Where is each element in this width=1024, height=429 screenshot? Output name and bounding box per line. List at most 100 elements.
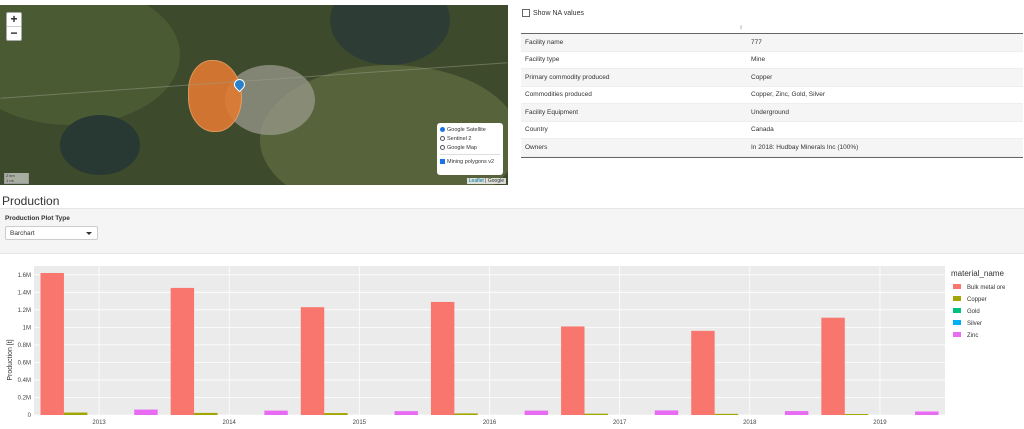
layer-google-satellite[interactable]: Google Satellite — [440, 125, 500, 134]
legend-entry[interactable]: Zinc — [967, 333, 978, 339]
table-row: Primary commodity produced Copper — [521, 69, 1023, 87]
zoom-control: + − — [6, 12, 22, 41]
scale-mi: 1 mi — [6, 178, 14, 183]
legend-entry[interactable]: Bulk metal ore — [967, 285, 1006, 291]
overlay-label: Mining polygons v2 — [447, 158, 495, 165]
table-row: Facility type Mine — [521, 52, 1023, 69]
production-heading: Production — [2, 194, 60, 208]
chevron-down-icon[interactable] — [86, 232, 92, 235]
table-row: Commodities produced Copper, Zinc, Gold, … — [521, 87, 1023, 104]
bar[interactable] — [170, 287, 195, 415]
layer-label: Sentinel 2 — [447, 135, 472, 142]
y-tick-label: 0.2M — [18, 395, 31, 401]
sort-icon[interactable]: ⇕ — [739, 25, 743, 31]
plot-type-select[interactable]: Barchart — [5, 226, 98, 240]
row-value: Canada — [751, 126, 774, 134]
y-tick-label: 0.4M — [18, 378, 31, 384]
mining-polygon[interactable] — [188, 60, 242, 132]
row-key: Facility name — [525, 38, 564, 46]
bar[interactable] — [691, 330, 715, 415]
bar[interactable] — [654, 410, 679, 415]
x-tick-label: 2018 — [743, 420, 757, 426]
bar[interactable] — [300, 307, 325, 415]
y-tick-label: 0 — [28, 413, 32, 419]
zoom-in-button[interactable]: + — [7, 13, 21, 26]
layer-divider — [440, 154, 500, 155]
bar[interactable] — [561, 326, 585, 415]
bar[interactable] — [264, 410, 288, 415]
checkbox-icon[interactable] — [522, 9, 530, 17]
facility-table: Facility name 777 Facility type Mine Prima… — [521, 33, 1023, 158]
bar[interactable] — [430, 301, 455, 415]
show-na-label: Show NA values — [533, 9, 584, 17]
show-na-toggle[interactable]: Show NA values — [522, 9, 584, 17]
radio-icon[interactable] — [440, 145, 445, 150]
y-tick-label: 1.4M — [18, 290, 31, 296]
x-tick-label: 2014 — [223, 420, 237, 426]
x-axis: 2013 2014 2015 2016 2017 2018 2019 — [92, 420, 887, 426]
row-value: 777 — [751, 38, 762, 46]
bar[interactable] — [821, 317, 845, 415]
legend-swatch — [953, 332, 961, 337]
plot-type-panel: Production Plot Type Barchart — [0, 208, 1024, 254]
zoom-out-button[interactable]: − — [7, 26, 21, 40]
y-tick-label: 0.8M — [18, 343, 31, 349]
table-row: Facility name 777 — [521, 34, 1023, 52]
row-value: Underground — [751, 108, 789, 116]
layer-sentinel-2[interactable]: Sentinel 2 — [440, 134, 500, 143]
radio-selected-icon[interactable] — [440, 127, 445, 132]
bar[interactable] — [714, 413, 739, 415]
bar[interactable] — [454, 413, 478, 415]
row-key: Country — [525, 126, 548, 134]
bar[interactable] — [784, 411, 809, 415]
row-key: Owners — [525, 143, 548, 151]
legend-swatch — [953, 320, 961, 325]
legend: Bulk metal ore Copper Gold Silver Zinc — [953, 284, 1006, 339]
bar[interactable] — [915, 411, 939, 415]
checkbox-checked-icon[interactable] — [440, 159, 445, 164]
plot-type-value: Barchart — [10, 230, 35, 237]
bar[interactable] — [584, 413, 608, 415]
x-tick-label: 2017 — [613, 420, 627, 426]
table-row: Facility Equipment Underground — [521, 104, 1023, 122]
x-tick-label: 2015 — [353, 420, 367, 426]
production-chart: 0 0.2M 0.4M 0.6M 0.8M 1M 1.2M 1.4M 1.6M 2013 2014… — [7, 266, 1006, 426]
bar[interactable] — [194, 412, 218, 415]
map-view[interactable]: + − 2 km 1 mi Google Satellite Sentinel … — [0, 5, 508, 185]
bar[interactable] — [63, 412, 88, 415]
bar[interactable] — [134, 409, 158, 415]
overlay-mining-polygons[interactable]: Mining polygons v2 — [440, 157, 500, 166]
bar[interactable] — [524, 410, 549, 415]
x-tick-label: 2013 — [92, 420, 106, 426]
row-key: Facility type — [525, 56, 560, 64]
y-tick-label: 1.2M — [18, 308, 31, 314]
bar[interactable] — [394, 411, 418, 415]
legend-swatch — [953, 284, 961, 289]
radio-icon[interactable] — [440, 136, 445, 141]
row-value: Copper, Zinc, Gold, Silver — [751, 91, 826, 99]
row-key: Primary commodity produced — [525, 73, 610, 81]
y-tick-label: 0.6M — [18, 360, 31, 366]
legend-title: material_name — [951, 269, 1004, 278]
leaflet-link[interactable]: Leaflet — [469, 178, 484, 184]
row-value: Mine — [751, 56, 766, 64]
y-axis-label: Production [t] — [7, 339, 14, 380]
bar[interactable] — [844, 414, 869, 415]
plot-type-label: Production Plot Type — [5, 215, 70, 222]
legend-entry[interactable]: Gold — [967, 309, 980, 315]
layer-control: Google Satellite Sentinel 2 Google Map M… — [437, 123, 503, 175]
row-key: Commodities produced — [525, 91, 592, 99]
map-scale: 2 km 1 mi — [4, 173, 29, 184]
map-attribution: Leaflet | Google — [466, 178, 506, 184]
y-tick-label: 1M — [23, 325, 31, 331]
legend-entry[interactable]: Copper — [967, 297, 987, 303]
y-axis: 0 0.2M 0.4M 0.6M 0.8M 1M 1.2M 1.4M 1.6M — [18, 273, 32, 419]
legend-entry[interactable]: Silver — [967, 321, 982, 327]
layer-label: Google Satellite — [447, 126, 486, 133]
y-tick-label: 1.6M — [18, 273, 31, 279]
bar[interactable] — [324, 413, 348, 415]
layer-label: Google Map — [447, 144, 477, 151]
bar[interactable] — [40, 273, 64, 415]
table-row: Country Canada — [521, 122, 1023, 139]
layer-google-map[interactable]: Google Map — [440, 143, 500, 152]
